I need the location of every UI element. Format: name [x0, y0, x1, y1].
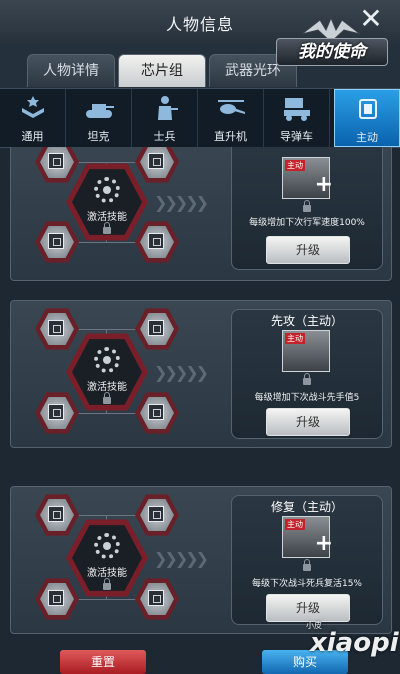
category-missile-truck[interactable]: 导弹车	[264, 89, 330, 147]
reset-button[interactable]: 重置	[60, 650, 146, 674]
chip-panel: 激活技能 ❯❯❯❯❯ 先攻（主动） 主动 每级增加下次战斗先手值5 升级	[10, 300, 392, 448]
activate-skill-button[interactable]: 激活技能	[66, 331, 148, 413]
lock-icon	[103, 578, 111, 590]
chip-panel: 激活技能 ❯❯❯❯❯ 修复（主动） 主动 + 每级下次战斗死兵复活15% 升级	[10, 486, 392, 634]
category-helicopter[interactable]: 直升机	[198, 89, 264, 147]
upgrade-button[interactable]: 升级	[266, 236, 350, 264]
activate-skill-label: 激活技能	[87, 382, 127, 393]
logo-text: 我的使命	[276, 38, 388, 66]
skill-icon: 主动	[282, 330, 330, 372]
skill-icon: 主动 +	[282, 157, 333, 199]
category-label: 直升机	[214, 130, 247, 143]
lock-icon	[103, 222, 111, 234]
missile-truck-icon	[284, 98, 310, 121]
tab-character-details[interactable]: 人物详情	[27, 54, 115, 87]
activate-skill-button[interactable]: 激活技能	[66, 517, 148, 599]
upgrade-button[interactable]: 升级	[266, 408, 350, 436]
category-label: 通用	[21, 130, 44, 143]
skill-tag: 主动	[285, 333, 305, 344]
category-label: 坦克	[87, 130, 110, 143]
skill-name: 先攻（主动）	[270, 314, 343, 328]
skill-icon: 主动 +	[282, 516, 333, 558]
gear-icon	[94, 177, 120, 203]
skill-detail-card: 先攻（主动） 主动 每级增加下次战斗先手值5 升级	[231, 309, 383, 439]
chip-panel: 激活技能 ❯❯❯❯❯ 主动 + 每级增加下次行军速度100% 升级	[10, 147, 392, 281]
plus-icon: +	[314, 172, 333, 197]
category-tank[interactable]: 坦克	[66, 89, 132, 147]
gear-icon	[94, 347, 120, 373]
category-label: 主动	[356, 131, 378, 144]
helicopter-icon	[218, 100, 245, 114]
game-logo: 我的使命	[276, 14, 388, 70]
category-soldier[interactable]: 士兵	[132, 89, 198, 147]
plus-icon: +	[314, 531, 333, 556]
activate-skill-button[interactable]: 激活技能	[66, 161, 148, 243]
gear-icon	[94, 533, 120, 559]
chip-list[interactable]: 激活技能 ❯❯❯❯❯ 主动 + 每级增加下次行军速度100% 升级 激活技能 ❯…	[0, 147, 400, 669]
category-label: 士兵	[153, 130, 176, 143]
lock-icon	[303, 559, 311, 571]
arrow-indicator: ❯❯❯❯❯	[154, 193, 209, 212]
lock-icon	[303, 373, 311, 385]
arrow-indicator: ❯❯❯❯❯	[154, 549, 209, 568]
watermark: 小皮 xiaopi	[294, 618, 399, 664]
watermark-text: xiaopi	[310, 628, 399, 658]
skill-description: 每级增加下次行军速度100%	[249, 218, 365, 228]
category-label: 导弹车	[280, 130, 313, 143]
lock-icon	[303, 200, 311, 212]
soldier-icon	[158, 96, 178, 120]
skill-detail-card: 主动 + 每级增加下次行军速度100% 升级	[231, 147, 383, 270]
activate-skill-label: 激活技能	[87, 212, 127, 223]
category-general[interactable]: 通用	[0, 89, 66, 147]
skill-tag: 主动	[285, 519, 305, 530]
lock-icon	[103, 392, 111, 404]
category-active[interactable]: 主动	[334, 89, 400, 147]
skill-name: 修复（主动）	[270, 500, 343, 514]
skill-description: 每级增加下次战斗先手值5	[254, 393, 360, 403]
tank-icon	[86, 104, 114, 118]
chip-icon	[359, 99, 377, 119]
arrow-indicator: ❯❯❯❯❯	[154, 363, 209, 382]
activate-skill-label: 激活技能	[87, 568, 127, 579]
skill-detail-card: 修复（主动） 主动 + 每级下次战斗死兵复活15% 升级	[231, 495, 383, 625]
rank-insignia-icon	[22, 96, 44, 118]
tab-chipset[interactable]: 芯片组	[118, 54, 206, 87]
skill-description: 每级下次战斗死兵复活15%	[251, 579, 362, 589]
category-bar: 通用 坦克 士兵 直升机 导弹车 主动	[0, 88, 400, 148]
skill-tag: 主动	[285, 160, 305, 171]
